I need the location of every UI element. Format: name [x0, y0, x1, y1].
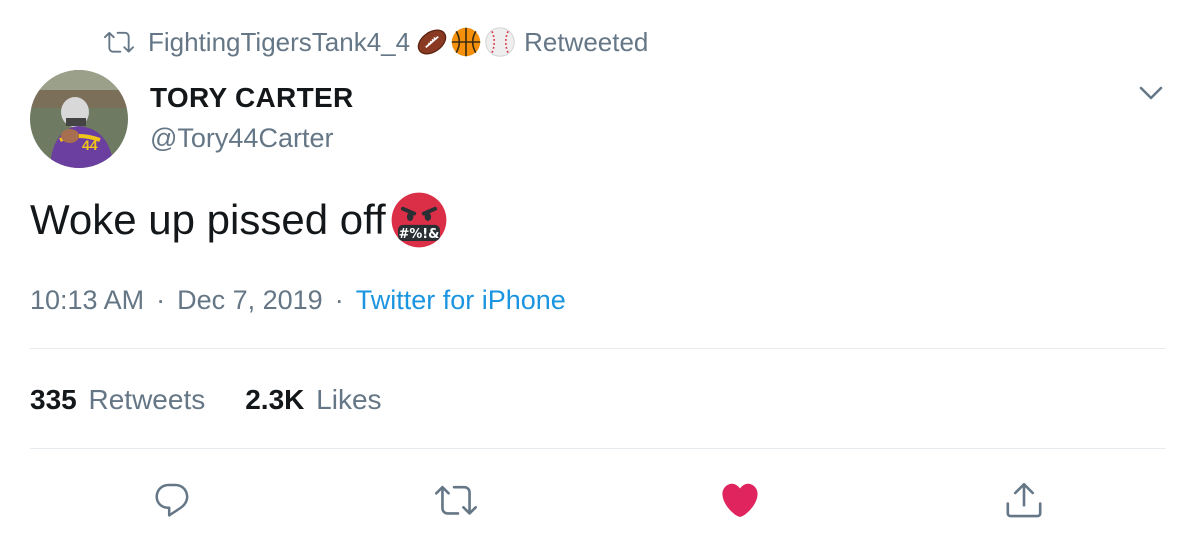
svg-text:#%!&: #%!&	[398, 227, 439, 242]
reply-icon	[155, 483, 189, 517]
like-button[interactable]	[712, 472, 768, 528]
basketball-emoji	[451, 27, 481, 57]
football-emoji	[417, 29, 447, 55]
retweeted-label: Retweeted	[524, 26, 649, 57]
author-block: TORY CARTER @Tory44Carter	[150, 80, 353, 156]
tweet-stats: 335 Retweets 2.3K Likes	[30, 380, 422, 420]
tweet-source-link[interactable]: Twitter for iPhone	[356, 285, 566, 316]
tweet-text: Woke up pissed off #%!&	[30, 190, 448, 250]
likes-count: 2.3K	[245, 384, 305, 415]
retweet-context: FightingTigersTank4_4 Retweeted	[104, 22, 648, 62]
likes-label: Likes	[316, 384, 382, 415]
avatar-image: 44	[30, 70, 128, 168]
face-with-symbols-on-mouth-emoji: #%!&	[391, 192, 447, 248]
retweets-label: Retweets	[88, 384, 206, 415]
author-handle[interactable]: @Tory44Carter	[150, 120, 353, 156]
tweet-body: Woke up pissed off	[30, 196, 386, 243]
avatar[interactable]: 44	[30, 70, 128, 168]
tweet-time[interactable]: 10:13 AM	[30, 285, 144, 316]
baseball-emoji	[485, 27, 515, 57]
share-icon	[1006, 482, 1042, 518]
retweet-icon	[435, 485, 477, 515]
share-button[interactable]	[996, 472, 1052, 528]
reply-button[interactable]	[144, 472, 200, 528]
meta-separator: ·	[334, 284, 344, 315]
likes-stat[interactable]: 2.3K Likes	[245, 384, 381, 416]
tweet-date[interactable]: Dec 7, 2019	[177, 285, 323, 316]
retweets-stat[interactable]: 335 Retweets	[30, 384, 205, 416]
like-icon	[722, 483, 758, 517]
svg-text:44: 44	[82, 137, 98, 153]
divider	[30, 448, 1166, 449]
tweet-meta: 10:13 AM · Dec 7, 2019 · Twitter for iPh…	[30, 280, 566, 320]
retweet-icon	[104, 31, 134, 53]
action-bar	[30, 472, 1166, 528]
meta-separator: ·	[156, 284, 166, 315]
author-name[interactable]: TORY CARTER	[150, 80, 353, 116]
divider	[30, 348, 1166, 349]
retweets-count: 335	[30, 384, 77, 415]
retweet-button[interactable]	[428, 472, 484, 528]
retweeter-name[interactable]: FightingTigersTank4_4	[148, 27, 410, 58]
chevron-down-icon[interactable]	[1136, 78, 1166, 108]
